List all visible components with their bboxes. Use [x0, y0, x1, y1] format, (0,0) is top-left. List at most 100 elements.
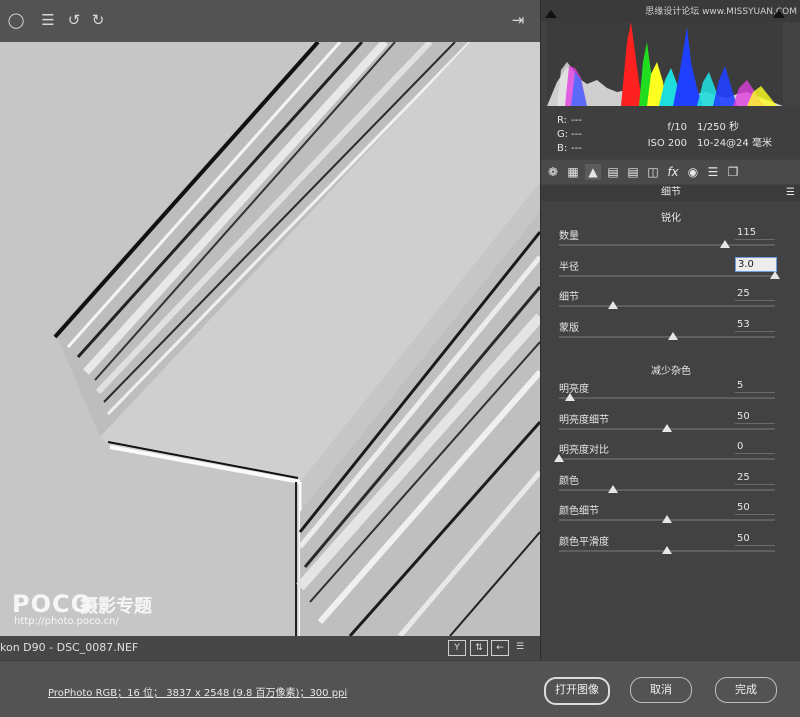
noise-title: 减少杂色	[651, 366, 691, 377]
tab-tone-curve-icon[interactable]: ▦	[565, 164, 581, 180]
panel-title: 细节	[661, 187, 681, 198]
histogram-header: 思缘设计论坛 www.MISSYUAN.COM	[541, 0, 800, 22]
preview-statusbar: kon D90 - DSC_0087.NEF Y ⇅ ← ☰	[0, 636, 540, 660]
slider-thumb[interactable]	[720, 240, 731, 248]
slider-row: 颜色细节 50	[541, 502, 800, 532]
slider-track[interactable]	[559, 458, 775, 460]
preview-toolbar: ◯ ☰ ↺ ↻ ⇥	[0, 0, 540, 42]
slider-thumb[interactable]	[554, 454, 564, 462]
shadow-clipping-icon[interactable]	[545, 10, 557, 18]
tab-snapshots-icon[interactable]: ❐	[725, 164, 741, 180]
tab-detail-icon[interactable]: ▲	[585, 164, 601, 180]
slider-track[interactable]	[559, 488, 775, 491]
slider-label: 数量	[559, 231, 579, 242]
slider-row: 半径 3.0	[541, 256, 800, 288]
slider-thumb[interactable]	[662, 545, 672, 554]
slider-thumb[interactable]	[770, 270, 780, 279]
slider-value-field[interactable]: 5	[735, 379, 775, 393]
histogram	[547, 22, 783, 106]
slider-thumb[interactable]	[608, 484, 618, 493]
filename-label: kon D90 - DSC_0087.NEF	[0, 641, 139, 654]
done-button[interactable]: 完成	[715, 677, 777, 703]
tab-camera-calibration-icon[interactable]: ◉	[685, 164, 701, 180]
slider-value-field[interactable]: 115	[735, 226, 775, 240]
slider-label: 颜色	[559, 475, 579, 487]
watermark-title: 摄影专题	[80, 596, 152, 617]
slider-track[interactable]	[559, 274, 775, 277]
slider-value-field[interactable]: 0	[735, 440, 775, 454]
export-icon[interactable]: ⇥	[508, 10, 528, 30]
slider-track[interactable]	[559, 397, 775, 399]
slider-label: 细节	[559, 292, 579, 303]
panel-header: 细节 ☰	[541, 185, 800, 201]
slider-label: 明亮度对比	[559, 445, 609, 456]
slider-label: 半径	[559, 261, 579, 273]
panel-menu-icon[interactable]: ☰	[786, 185, 795, 201]
highlight-clipping-icon[interactable]	[773, 10, 785, 18]
open-image-button[interactable]: 打开图像	[544, 677, 610, 705]
swap-settings-icon[interactable]: ⇅	[470, 640, 488, 656]
slider-value-field[interactable]: 50	[735, 501, 775, 515]
preview-image	[0, 42, 540, 636]
slider-thumb[interactable]	[668, 331, 679, 340]
b-value: ---	[571, 143, 582, 154]
exif-readout: f/10 1/250 秒 ISO 200 10-24@24 毫米	[639, 120, 772, 152]
tab-hsl-icon[interactable]: ▤	[605, 164, 621, 180]
r-label: R:	[557, 115, 568, 126]
zoom-icon[interactable]: ◯	[6, 10, 26, 30]
preview-preferences-icon[interactable]: ☰	[512, 640, 528, 654]
copy-settings-icon[interactable]: ←	[491, 640, 509, 656]
slider-label: 颜色细节	[559, 506, 599, 517]
slider-value-field[interactable]: 25	[735, 287, 775, 301]
sharpen-title: 锐化	[661, 213, 681, 224]
slider-label: 蒙版	[559, 322, 579, 334]
bottom-bar: ProPhoto RGB；16 位； 3837 x 2548 (9.8 百万像素…	[0, 660, 800, 717]
slider-value-field[interactable]: 50	[735, 410, 775, 424]
slider-thumb[interactable]	[608, 301, 618, 309]
b-label: B:	[557, 143, 568, 154]
adjustment-panel: 思缘设计论坛 www.MISSYUAN.COM R: --- G: --- B: --…	[540, 0, 800, 660]
rotate-right-icon[interactable]: ↻	[88, 10, 108, 30]
rgb-readout: R: --- G: --- B: ---	[557, 114, 601, 156]
slider-row: 细节 25	[541, 288, 800, 318]
tab-presets-icon[interactable]: ☰	[705, 164, 721, 180]
slider-row: 明亮度细节 50	[541, 411, 800, 441]
r-value: ---	[571, 115, 582, 126]
slider-track[interactable]	[559, 305, 775, 307]
tab-basic-icon[interactable]: ❁	[545, 164, 561, 180]
slider-row: 数量 115	[541, 227, 800, 257]
slider-value-field[interactable]: 50	[735, 532, 775, 546]
slider-label: 颜色平滑度	[559, 536, 609, 548]
iso-value: ISO 200	[647, 138, 687, 149]
g-value: ---	[571, 129, 582, 140]
slider-track[interactable]	[559, 244, 775, 246]
slider-thumb[interactable]	[564, 393, 575, 401]
g-label: G:	[557, 129, 569, 140]
slider-value-field[interactable]: 53	[735, 318, 775, 332]
list-icon[interactable]: ☰	[38, 10, 58, 30]
workflow-options-link[interactable]: ProPhoto RGB；16 位； 3837 x 2548 (9.8 百万像素…	[48, 684, 347, 699]
tab-split-toning-icon[interactable]: ▤	[625, 164, 641, 180]
poco-watermark: POCO 摄影专题 http://photo.poco.cn/	[12, 590, 152, 627]
lens-value: 10-24@24 毫米	[697, 138, 772, 149]
slider-value-field[interactable]: 3.0	[735, 256, 777, 272]
slider-thumb[interactable]	[662, 423, 672, 432]
shutter-value: 1/250 秒	[697, 122, 739, 133]
slider-row: 颜色 25	[541, 472, 800, 502]
slider-track[interactable]	[559, 335, 775, 338]
slider-thumb[interactable]	[662, 515, 672, 523]
slider-row: 明亮度对比 0	[541, 441, 800, 471]
tab-effects-icon[interactable]: fx	[665, 164, 681, 180]
pixel-info: R: --- G: --- B: --- f/10 1/250 秒 ISO 200 10-…	[541, 106, 800, 158]
image-preview[interactable]: POCO 摄影专题 http://photo.poco.cn/	[0, 42, 540, 636]
slider-row: 颜色平滑度 50	[541, 533, 800, 563]
cancel-button[interactable]: 取消	[630, 677, 692, 703]
rotate-left-icon[interactable]: ↺	[64, 10, 84, 30]
before-after-y-icon[interactable]: Y	[448, 640, 466, 656]
aperture-value: f/10	[667, 122, 687, 133]
panel-tabs: ❁ ▦ ▲ ▤ ▤ ◫ fx ◉ ☰ ❐	[541, 160, 800, 184]
slider-row: 蒙版 53	[541, 319, 800, 349]
slider-label: 明亮度细节	[559, 414, 609, 426]
slider-value-field[interactable]: 25	[735, 471, 775, 485]
tab-lens-icon[interactable]: ◫	[645, 164, 661, 180]
